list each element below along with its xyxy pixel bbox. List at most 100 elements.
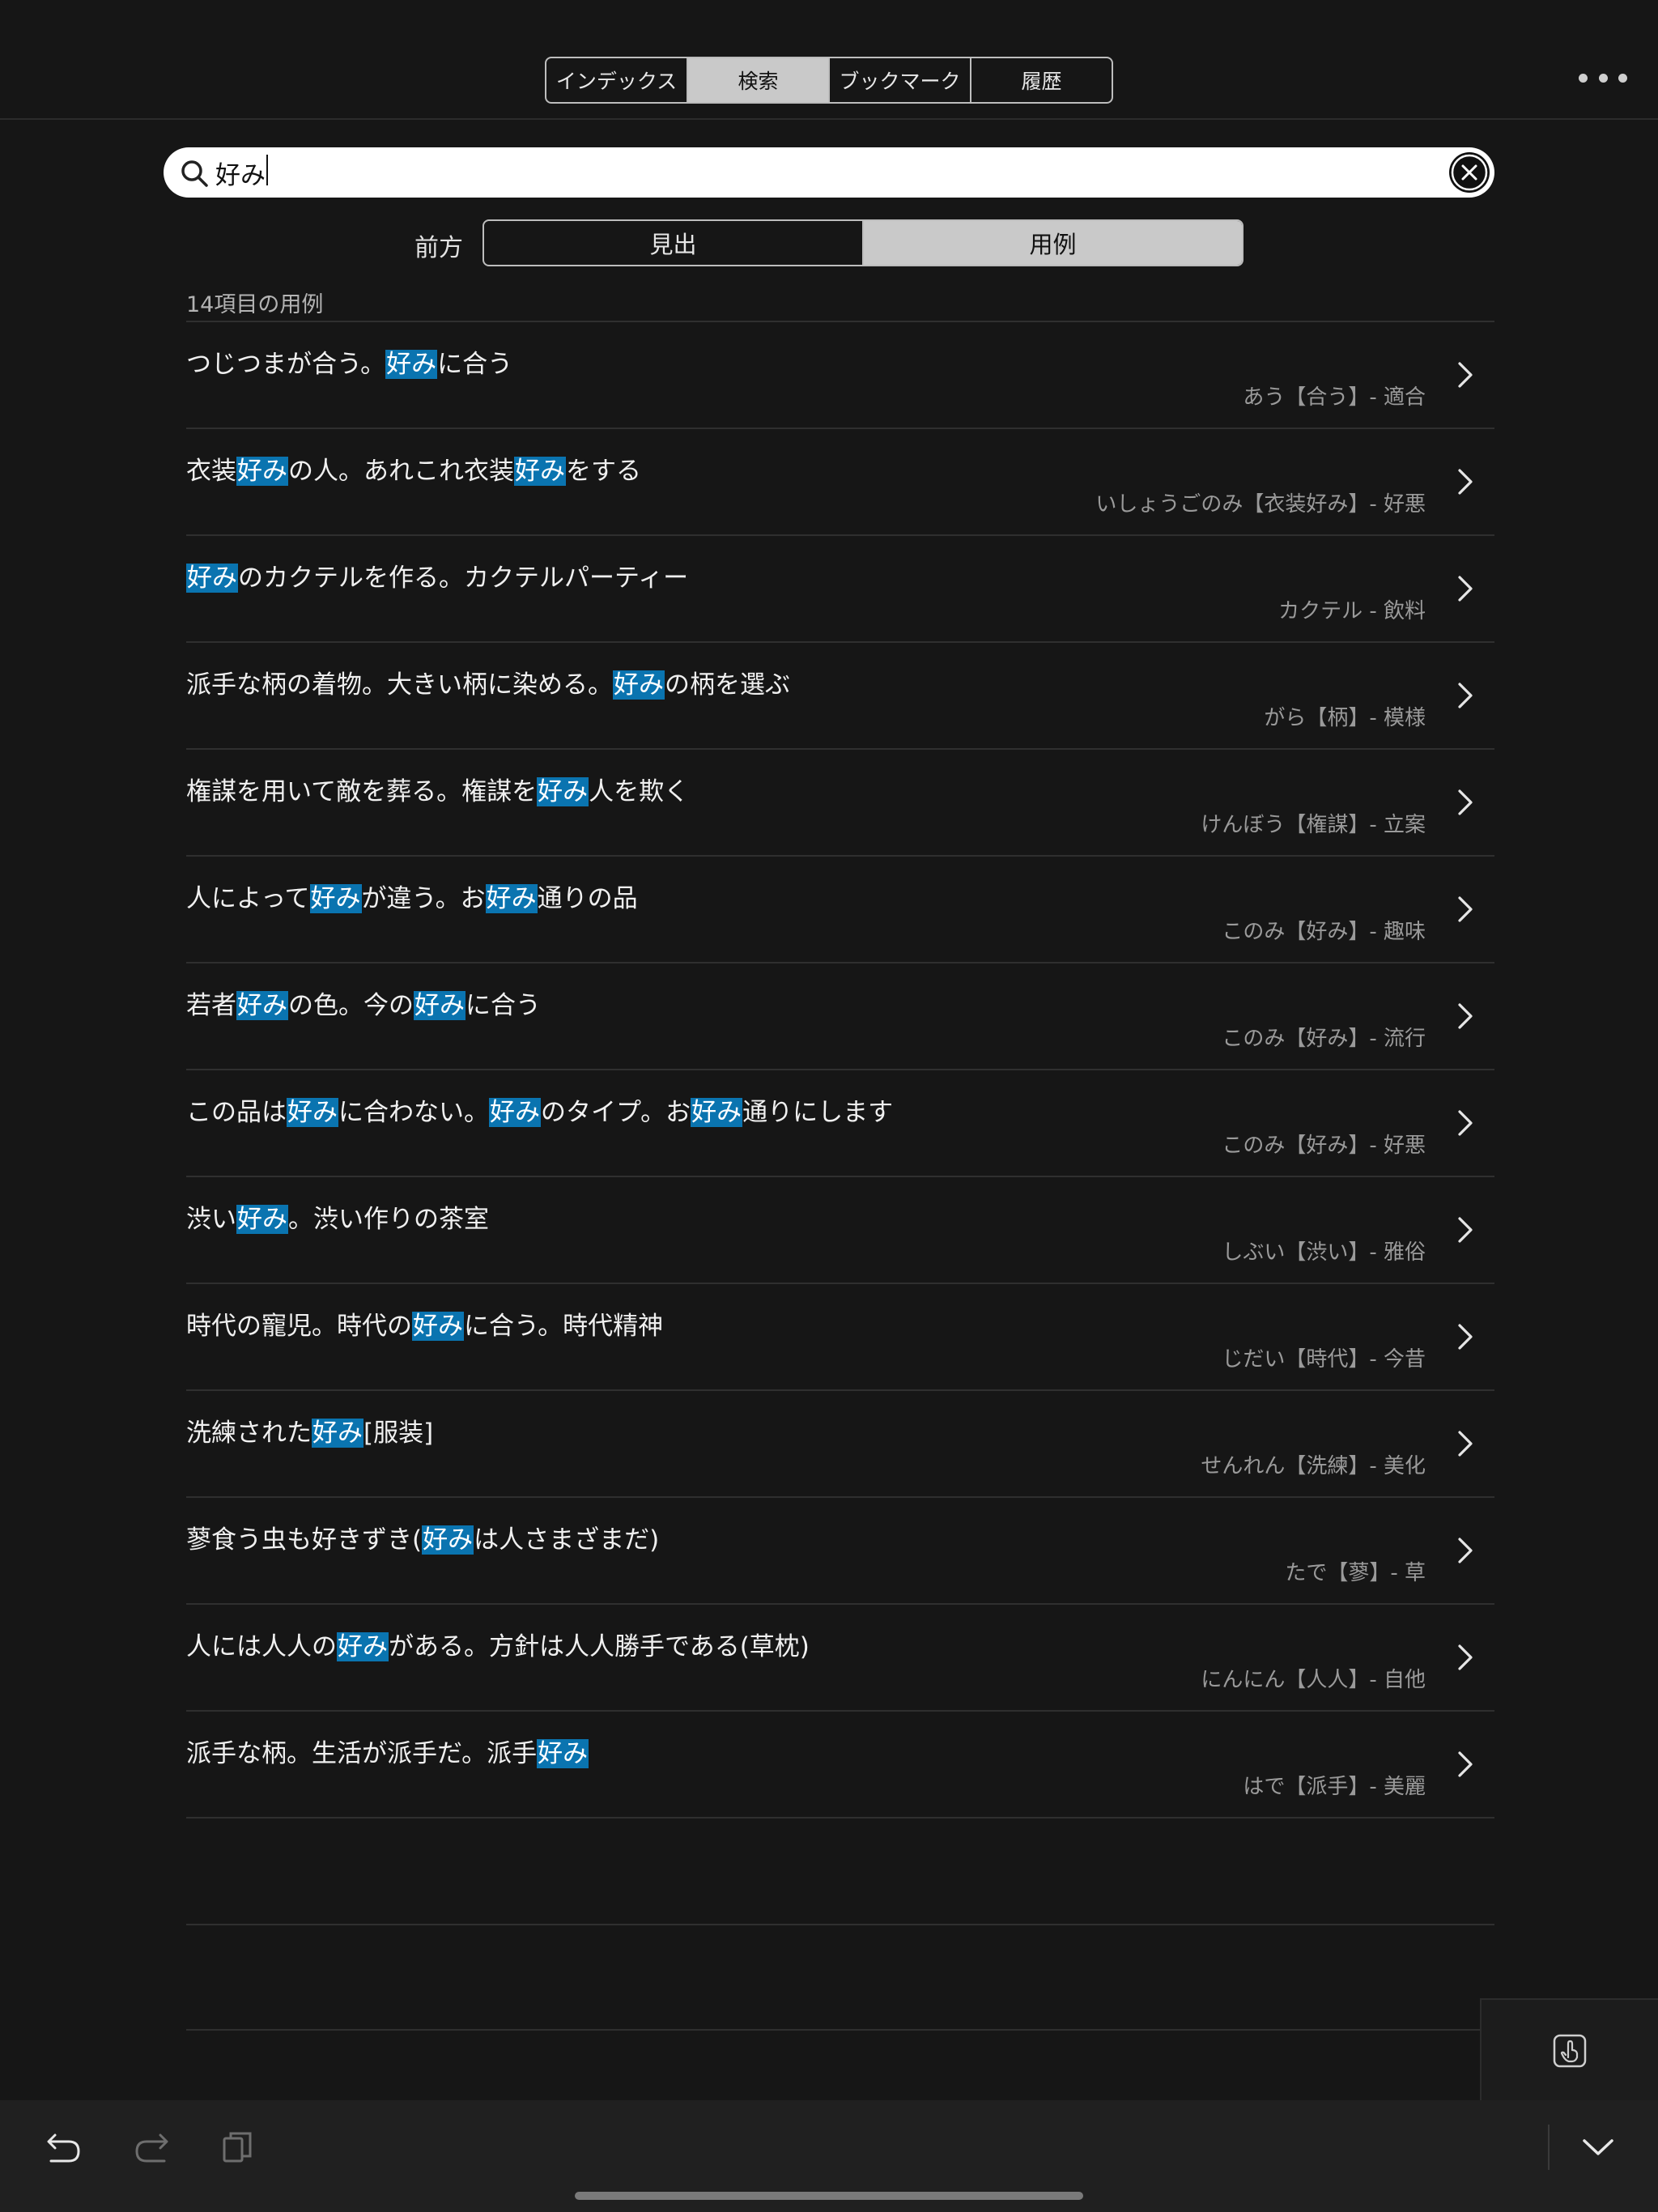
chevron-right-icon — [1458, 1751, 1473, 1777]
entry-source: けんぼう【権謀】- 立案 — [1201, 813, 1426, 837]
chevron-right-icon — [1458, 1644, 1473, 1670]
search-highlight: 好み — [485, 884, 538, 913]
result-row[interactable]: 派手な柄。生活が派手だ。派手好み はで【派手】- 美麗 — [186, 1710, 1494, 1817]
example-text: 人には人人の好みがある。方針は人人勝手である(草枕) — [186, 1632, 810, 1661]
chevron-right-icon — [1458, 1538, 1473, 1563]
entry-source: たで【蓼】- 草 — [1285, 1561, 1426, 1585]
chevron-right-icon — [1458, 683, 1473, 708]
redo-icon — [135, 2133, 168, 2163]
entry-source: はで【派手】- 美麗 — [1243, 1775, 1426, 1799]
result-row[interactable]: 洗練された好み[服装] せんれん【洗練】- 美化 — [186, 1389, 1494, 1496]
clear-button[interactable] — [1449, 152, 1490, 193]
example-text: 若者好みの色。今の好みに合う — [186, 991, 541, 1020]
result-row[interactable]: 蓼食う虫も好きずき(好みは人さまざまだ) たで【蓼】- 草 — [186, 1496, 1494, 1603]
example-text: この品は好みに合わない。好みのタイプ。お好み通りにします — [186, 1098, 894, 1127]
example-text: つじつまが合う。好みに合う — [186, 350, 513, 379]
example-text: 人によって好みが違う。お好み通りの品 — [186, 884, 638, 913]
entry-source: じだい【時代】- 今昔 — [1222, 1347, 1426, 1372]
tab-history[interactable]: 履歴 — [971, 58, 1112, 102]
chevron-right-icon — [1458, 362, 1473, 388]
result-row[interactable]: 人には人人の好みがある。方針は人人勝手である(草枕) にんにん【人人】- 自他 — [186, 1603, 1494, 1710]
top-bar: インデックス 検索 ブックマーク 履歴 — [0, 0, 1658, 120]
result-row[interactable]: 渋い好み。渋い作りの茶室しぶい【渋い】- 雅俗 — [186, 1176, 1494, 1283]
segment-example[interactable]: 用例 — [864, 221, 1242, 265]
search-highlight: 好み — [691, 1098, 743, 1127]
search-highlight: 好み — [422, 1525, 474, 1555]
search-highlight: 好み — [613, 670, 665, 700]
hand-pointer-icon — [1553, 2034, 1587, 2068]
search-bar — [164, 147, 1494, 198]
result-row[interactable]: つじつまが合う。好みに合うあう【合う】- 適合 — [186, 321, 1494, 428]
search-mode-label: 前方 — [414, 234, 463, 262]
result-row[interactable]: 若者好みの色。今の好みに合う このみ【好み】- 流行 — [186, 962, 1494, 1069]
undo-icon — [47, 2133, 80, 2163]
collapse-button[interactable] — [1575, 2125, 1621, 2170]
clear-icon — [1451, 154, 1488, 191]
segment-headword[interactable]: 見出 — [484, 221, 864, 265]
search-highlight: 好み — [489, 1098, 541, 1127]
search-target-segmented-control: 見出 用例 — [483, 219, 1244, 266]
tab-search[interactable]: 検索 — [688, 58, 830, 102]
example-text: 派手な柄の着物。大きい柄に染める。好みの柄を選ぶ — [186, 670, 790, 700]
search-highlight: 好み — [186, 564, 238, 593]
redo-button[interactable] — [130, 2125, 175, 2170]
search-highlight: 好み — [309, 884, 362, 913]
example-text: 洗練された好み[服装] — [186, 1419, 434, 1448]
search-input[interactable] — [215, 155, 1414, 189]
gesture-button[interactable] — [1480, 1998, 1658, 2102]
entry-source: しぶい【渋い】- 雅俗 — [1222, 1240, 1426, 1265]
chevron-right-icon — [1458, 1110, 1473, 1136]
chevron-right-icon — [1458, 1003, 1473, 1029]
example-text: 蓼食う虫も好きずき(好みは人さまざまだ) — [186, 1525, 660, 1555]
search-highlight: 好み — [412, 1312, 464, 1341]
example-text: 権謀を用いて敵を葬る。権謀を好み人を欺く — [186, 777, 690, 806]
chevron-right-icon — [1458, 789, 1473, 815]
search-highlight: 好み — [385, 350, 438, 379]
result-row[interactable]: 派手な柄の着物。大きい柄に染める。好みの柄を選ぶがら【柄】- 模様 — [186, 641, 1494, 748]
search-highlight: 好み — [236, 457, 288, 486]
example-text: 渋い好み。渋い作りの茶室 — [186, 1205, 489, 1234]
empty-row — [186, 1924, 1494, 2031]
search-highlight: 好み — [537, 777, 589, 806]
copy-button[interactable] — [215, 2125, 261, 2170]
search-highlight: 好み — [414, 991, 466, 1020]
chevron-right-icon — [1458, 576, 1473, 602]
entry-source: このみ【好み】- 好悪 — [1222, 1134, 1426, 1158]
result-row[interactable]: この品は好みに合わない。好みのタイプ。お好み通りにしますこのみ【好み】- 好悪 — [186, 1069, 1494, 1176]
chevron-down-icon — [1583, 2139, 1613, 2155]
result-row[interactable]: 人によって好みが違う。お好み通りの品 このみ【好み】- 趣味 — [186, 855, 1494, 962]
result-count: 14項目の用例 — [186, 292, 324, 317]
search-icon — [181, 160, 208, 187]
result-row[interactable]: 衣装好みの人。あれこれ衣装好みをするいしょうごのみ【衣装好み】- 好悪 — [186, 428, 1494, 534]
entry-source: がら【柄】- 模様 — [1264, 706, 1426, 730]
chevron-right-icon — [1458, 896, 1473, 922]
entry-source: いしょうごのみ【衣装好み】- 好悪 — [1095, 492, 1426, 517]
entry-source: にんにん【人人】- 自他 — [1201, 1668, 1426, 1692]
chevron-right-icon — [1458, 1324, 1473, 1350]
chevron-right-icon — [1458, 1217, 1473, 1243]
text-caret — [266, 155, 268, 185]
result-row[interactable]: 好みのカクテルを作る。カクテルパーティー カクテル - 飲料 — [186, 534, 1494, 641]
home-indicator — [575, 2192, 1083, 2200]
more-icon[interactable] — [1579, 68, 1627, 87]
tab-bookmark[interactable]: ブックマーク — [830, 58, 971, 102]
toolbar-divider — [1548, 2125, 1550, 2170]
entry-source: カクテル - 飲料 — [1278, 599, 1426, 623]
entry-source: あう【合う】- 適合 — [1243, 385, 1426, 410]
tab-index[interactable]: インデックス — [546, 58, 688, 102]
search-highlight: 好み — [236, 991, 288, 1020]
undo-button[interactable] — [40, 2125, 86, 2170]
result-row[interactable]: 時代の寵児。時代の好みに合う。時代精神 じだい【時代】- 今昔 — [186, 1283, 1494, 1389]
search-highlight: 好み — [537, 1739, 589, 1768]
search-highlight: 好み — [337, 1632, 389, 1661]
copy-icon — [223, 2132, 252, 2163]
search-highlight: 好み — [514, 457, 566, 486]
result-row[interactable]: 権謀を用いて敵を葬る。権謀を好み人を欺くけんぼう【権謀】- 立案 — [186, 748, 1494, 855]
view-tabs: インデックス 検索 ブックマーク 履歴 — [545, 57, 1113, 104]
example-text: 衣装好みの人。あれこれ衣装好みをする — [186, 457, 641, 486]
entry-source: せんれん【洗練】- 美化 — [1201, 1454, 1426, 1478]
chevron-right-icon — [1458, 1431, 1473, 1457]
search-highlight: 好み — [236, 1205, 288, 1234]
search-highlight: 好み — [287, 1098, 338, 1127]
search-highlight: 好み — [312, 1419, 363, 1448]
